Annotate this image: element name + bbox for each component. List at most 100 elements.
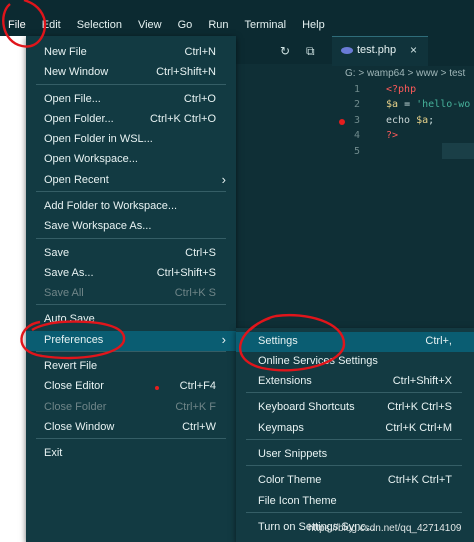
menu-item-open-recent[interactable]: Open Recent › xyxy=(26,171,236,191)
close-icon[interactable]: × xyxy=(410,43,417,57)
breadcrumb[interactable]: G: > wamp64 > www > test xyxy=(345,68,465,79)
menu-separator xyxy=(36,438,226,439)
refresh-icon[interactable]: ↻ xyxy=(280,44,290,58)
menu-item-label: Save Workspace As... xyxy=(44,220,152,232)
code-line[interactable]: 3 echo $a; xyxy=(339,114,474,130)
menu-item-auto-save[interactable]: Auto Save xyxy=(26,310,236,330)
menu-item-label: Save As... xyxy=(44,267,94,279)
code-line[interactable]: 5 xyxy=(340,146,474,161)
menu-item-label: Close Folder xyxy=(44,401,107,413)
menu-item-exit[interactable]: Exit xyxy=(26,444,236,464)
chevron-right-icon: › xyxy=(221,172,226,187)
line-number: 3 xyxy=(354,114,361,126)
watermark: https://blog.csdn.net/qq_42714109 xyxy=(308,523,462,534)
menu-item-save[interactable]: Save Ctrl+S xyxy=(26,244,236,264)
menu-item-extensions[interactable]: Extensions Ctrl+Shift+X xyxy=(236,372,474,392)
menu-item-close-window[interactable]: Close Window Ctrl+W xyxy=(26,418,236,438)
menu-item-label: Preferences xyxy=(44,334,104,346)
code-token: 'hello-wo xyxy=(416,99,471,111)
file-menu: New File Ctrl+N New Window Ctrl+Shift+N Open… xyxy=(26,36,236,542)
menu-item-save-as[interactable]: Save As... Ctrl+Shift+S xyxy=(26,264,236,284)
menu-item-shortcut: Ctrl+S xyxy=(185,247,216,259)
menu-terminal[interactable]: Terminal xyxy=(237,19,295,31)
collapse-icon[interactable]: ⧉ xyxy=(306,44,315,59)
line-number: 4 xyxy=(354,130,361,142)
menu-go[interactable]: Go xyxy=(170,19,201,31)
code-token: $a xyxy=(386,99,399,111)
menu-item-label: Close Window xyxy=(44,421,115,433)
menu-item-file-icon-theme[interactable]: File Icon Theme xyxy=(236,492,474,512)
line-number: 1 xyxy=(354,84,361,95)
menu-view[interactable]: View xyxy=(130,19,170,31)
menu-edit[interactable]: Edit xyxy=(34,19,69,31)
menu-item-label: Add Folder to Workspace... xyxy=(44,200,178,212)
menu-item-shortcut: Ctrl+N xyxy=(184,46,216,58)
menu-item-open-file[interactable]: Open File... Ctrl+O xyxy=(26,90,236,110)
menu-item-label: Open Folder... xyxy=(44,113,114,125)
menu-item-open-workspace[interactable]: Open Workspace... xyxy=(26,150,236,170)
menu-item-shortcut: Ctrl+F4 xyxy=(179,380,216,392)
menu-item-color-theme[interactable]: Color Theme Ctrl+K Ctrl+T xyxy=(236,471,474,491)
line-number: 2 xyxy=(354,99,361,111)
menu-item-preferences[interactable]: Preferences › xyxy=(26,331,236,351)
menu-item-close-editor[interactable]: Close Editor Ctrl+F4 xyxy=(26,377,236,397)
menu-item-label: Open File... xyxy=(44,93,101,105)
menu-item-open-folder[interactable]: Open Folder... Ctrl+K Ctrl+O xyxy=(26,110,236,130)
menu-item-shortcut: Ctrl+O xyxy=(183,93,216,105)
code-line[interactable]: 2 $a = 'hello-wo xyxy=(340,99,474,114)
menu-separator xyxy=(36,304,226,305)
menu-item-shortcut: Ctrl+K Ctrl+M xyxy=(385,422,452,434)
code-token: = xyxy=(398,99,417,111)
php-file-icon xyxy=(341,47,353,54)
menu-item-label: Settings xyxy=(258,335,298,347)
code-token: echo xyxy=(386,114,417,126)
menu-item-shortcut: Ctrl+K Ctrl+T xyxy=(387,474,452,486)
menu-item-label: Open Recent xyxy=(44,174,109,186)
menu-separator xyxy=(246,439,462,440)
menu-item-label: Auto Save xyxy=(44,313,95,325)
menu-help[interactable]: Help xyxy=(294,19,333,31)
activity-bar xyxy=(0,36,26,542)
menu-file[interactable]: File xyxy=(0,19,34,31)
menu-item-label: Keymaps xyxy=(258,422,304,434)
code-token: <?php xyxy=(386,84,417,95)
menu-item-shortcut: Ctrl+, xyxy=(425,335,452,347)
menu-item-label: New File xyxy=(44,46,87,58)
menu-item-label: Color Theme xyxy=(258,474,322,486)
menu-item-shortcut: Ctrl+Shift+X xyxy=(392,375,452,387)
menu-item-shortcut: Ctrl+W xyxy=(182,421,216,433)
menu-item-settings[interactable]: Settings Ctrl+, xyxy=(236,332,474,352)
breakpoint-icon[interactable] xyxy=(339,118,345,125)
menu-item-keymaps[interactable]: Keymaps Ctrl+K Ctrl+M xyxy=(236,419,474,439)
menu-separator xyxy=(246,392,462,393)
chevron-right-icon: › xyxy=(221,332,226,347)
menu-selection[interactable]: Selection xyxy=(69,19,130,31)
menu-item-shortcut: Ctrl+K Ctrl+S xyxy=(387,401,452,413)
tab-label[interactable]: test.php xyxy=(357,44,396,56)
code-line[interactable]: 1 <?php xyxy=(340,84,474,99)
menu-item-open-folder-in-wsl[interactable]: Open Folder in WSL... xyxy=(26,130,236,150)
code-token: $a xyxy=(416,114,429,126)
menu-item-keyboard-shortcuts[interactable]: Keyboard Shortcuts Ctrl+K Ctrl+S xyxy=(236,398,474,418)
line-text: <?php xyxy=(386,84,416,95)
menu-item-new-file[interactable]: New File Ctrl+N xyxy=(26,43,236,63)
red-annotation-dot xyxy=(155,386,159,390)
menu-item-label: Keyboard Shortcuts xyxy=(258,401,355,413)
menu-item-online-services-settings[interactable]: Online Services Settings xyxy=(236,352,474,372)
menu-item-new-window[interactable]: New Window Ctrl+Shift+N xyxy=(26,63,236,83)
preferences-submenu: Settings Ctrl+, Online Services Settings Ex… xyxy=(236,328,474,542)
menu-item-save-workspace-as[interactable]: Save Workspace As... xyxy=(26,217,236,237)
menu-item-add-folder-to-workspace[interactable]: Add Folder to Workspace... xyxy=(26,197,236,217)
menu-item-label: Extensions xyxy=(258,375,312,387)
menu-item-shortcut: Ctrl+Shift+N xyxy=(156,66,216,78)
menu-run[interactable]: Run xyxy=(200,19,236,31)
menu-item-shortcut: Ctrl+K S xyxy=(174,287,216,299)
menu-item-user-snippets[interactable]: User Snippets xyxy=(236,445,474,465)
code-line[interactable]: 4 ?> xyxy=(340,130,474,145)
code-token: ; xyxy=(428,114,435,126)
line-number: 5 xyxy=(354,145,361,157)
menu-item-revert-file[interactable]: Revert File xyxy=(26,357,236,377)
line-text: $a = 'hello-wo xyxy=(386,99,470,110)
menu-item-label: File Icon Theme xyxy=(258,495,337,507)
menu-item-shortcut: Ctrl+K Ctrl+O xyxy=(149,113,216,125)
